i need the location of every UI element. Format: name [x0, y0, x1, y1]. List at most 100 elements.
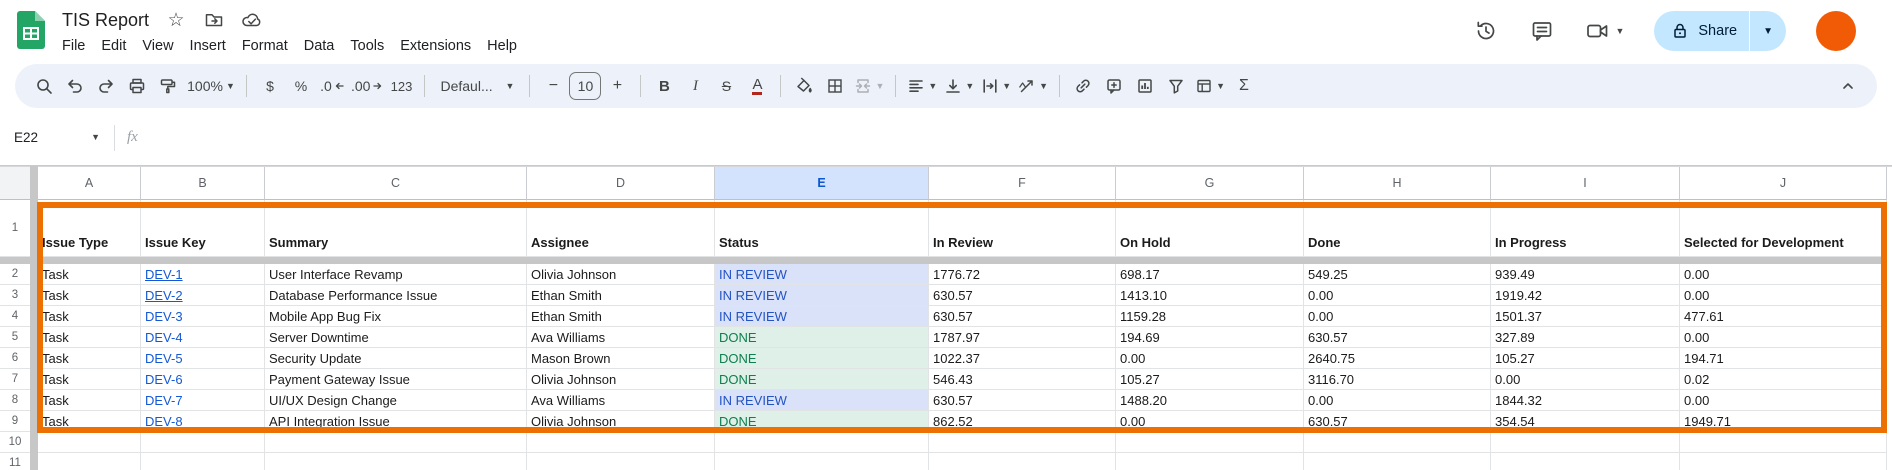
share-button[interactable]: Share ▼ [1654, 11, 1786, 51]
cell-B5[interactable]: DEV-4 [141, 327, 265, 348]
cell-A8[interactable]: Task [38, 390, 141, 411]
cell-J4[interactable]: 477.61 [1680, 306, 1887, 327]
italic-button[interactable]: I [680, 71, 710, 101]
row-header-5[interactable]: 5 [0, 327, 30, 348]
sheets-logo-icon[interactable] [17, 11, 45, 49]
column-header-B[interactable]: B [141, 167, 265, 200]
cell-J3[interactable]: 0.00 [1680, 285, 1887, 306]
status-cell-E9[interactable]: DONE [715, 411, 929, 432]
text-wrap-button[interactable]: ▼ [978, 71, 1014, 101]
cell-F10[interactable] [929, 432, 1116, 453]
star-icon[interactable]: ☆ [165, 9, 187, 31]
cell-D4[interactable]: Ethan Smith [527, 306, 715, 327]
name-box[interactable]: E22 ▼ [14, 130, 100, 145]
create-filter-button[interactable] [1161, 71, 1191, 101]
fill-color-button[interactable] [789, 71, 819, 101]
cell-H3[interactable]: 0.00 [1304, 285, 1491, 306]
column-header-I[interactable]: I [1491, 167, 1680, 200]
cell-I11[interactable] [1491, 453, 1680, 470]
cell-E11[interactable] [715, 453, 929, 470]
menu-item-tools[interactable]: Tools [342, 36, 392, 56]
cell-C7[interactable]: Payment Gateway Issue [265, 369, 527, 390]
row-header-6[interactable]: 6 [0, 348, 30, 369]
decrease-font-size-button[interactable]: − [538, 71, 568, 101]
bold-button[interactable]: B [649, 71, 679, 101]
row-header-2[interactable]: 2 [0, 264, 30, 285]
redo-button[interactable] [91, 71, 121, 101]
cell-H10[interactable] [1304, 432, 1491, 453]
menu-item-extensions[interactable]: Extensions [392, 36, 479, 56]
formula-input[interactable] [138, 110, 1892, 165]
cell-J8[interactable]: 0.00 [1680, 390, 1887, 411]
cell-B11[interactable] [141, 453, 265, 470]
chevron-down-icon[interactable]: ▼ [1615, 27, 1624, 36]
undo-button[interactable] [60, 71, 90, 101]
menu-item-view[interactable]: View [134, 36, 181, 56]
row-header-11[interactable]: 11 [0, 453, 30, 470]
column-header-F[interactable]: F [929, 167, 1116, 200]
document-title[interactable]: TIS Report [62, 10, 149, 31]
issue-key-link[interactable]: DEV-5 [145, 351, 183, 366]
cell-H11[interactable] [1304, 453, 1491, 470]
zoom-select[interactable]: 100%▼ [184, 71, 238, 101]
cell-B9[interactable]: DEV-8 [141, 411, 265, 432]
cell-A7[interactable]: Task [38, 369, 141, 390]
cell-G8[interactable]: 1488.20 [1116, 390, 1304, 411]
column-header-D[interactable]: D [527, 167, 715, 200]
cell-G9[interactable]: 0.00 [1116, 411, 1304, 432]
issue-key-link[interactable]: DEV-3 [145, 309, 183, 324]
cell-C1[interactable]: Summary [265, 200, 527, 257]
issue-key-link[interactable]: DEV-1 [145, 267, 183, 282]
cell-G7[interactable]: 105.27 [1116, 369, 1304, 390]
cell-I7[interactable]: 0.00 [1491, 369, 1680, 390]
cell-A9[interactable]: Task [38, 411, 141, 432]
cell-B1[interactable]: Issue Key [141, 200, 265, 257]
status-cell-E5[interactable]: DONE [715, 327, 929, 348]
cell-A6[interactable]: Task [38, 348, 141, 369]
cell-I9[interactable]: 354.54 [1491, 411, 1680, 432]
cell-I1[interactable]: In Progress [1491, 200, 1680, 257]
cell-H8[interactable]: 0.00 [1304, 390, 1491, 411]
cell-G2[interactable]: 698.17 [1116, 264, 1304, 285]
freeze-column-divider[interactable] [30, 166, 38, 470]
font-size-input[interactable]: 10 [569, 72, 601, 100]
version-history-icon[interactable] [1473, 18, 1499, 44]
table-views-button[interactable]: ▼ [1192, 71, 1228, 101]
increase-font-size-button[interactable]: + [602, 71, 632, 101]
column-header-E[interactable]: E [715, 167, 929, 200]
font-select[interactable]: Defaul...▼ [433, 71, 521, 101]
cell-F2[interactable]: 1776.72 [929, 264, 1116, 285]
cell-B3[interactable]: DEV-2 [141, 285, 265, 306]
insert-chart-button[interactable] [1130, 71, 1160, 101]
account-avatar[interactable] [1816, 11, 1856, 51]
cell-F1[interactable]: In Review [929, 200, 1116, 257]
cell-B10[interactable] [141, 432, 265, 453]
cell-C4[interactable]: Mobile App Bug Fix [265, 306, 527, 327]
cell-G10[interactable] [1116, 432, 1304, 453]
cell-I10[interactable] [1491, 432, 1680, 453]
column-header-A[interactable]: A [38, 167, 141, 200]
cell-A3[interactable]: Task [38, 285, 141, 306]
cell-F3[interactable]: 630.57 [929, 285, 1116, 306]
borders-button[interactable] [820, 71, 850, 101]
status-cell-E3[interactable]: IN REVIEW [715, 285, 929, 306]
cell-F11[interactable] [929, 453, 1116, 470]
cell-I2[interactable]: 939.49 [1491, 264, 1680, 285]
freeze-row-divider[interactable] [0, 257, 1887, 264]
issue-key-link[interactable]: DEV-4 [145, 330, 183, 345]
menu-item-help[interactable]: Help [479, 36, 525, 56]
cell-J7[interactable]: 0.02 [1680, 369, 1887, 390]
issue-key-link[interactable]: DEV-7 [145, 393, 183, 408]
column-header-G[interactable]: G [1116, 167, 1304, 200]
horizontal-align-button[interactable]: ▼ [904, 71, 940, 101]
strikethrough-button[interactable]: S [711, 71, 741, 101]
increase-decimal-button[interactable]: .00 [348, 71, 385, 101]
cell-J11[interactable] [1680, 453, 1887, 470]
cell-H7[interactable]: 3116.70 [1304, 369, 1491, 390]
cell-F4[interactable]: 630.57 [929, 306, 1116, 327]
issue-key-link[interactable]: DEV-2 [145, 288, 183, 303]
cell-I4[interactable]: 1501.37 [1491, 306, 1680, 327]
cell-H1[interactable]: Done [1304, 200, 1491, 257]
cell-H5[interactable]: 630.57 [1304, 327, 1491, 348]
cell-D11[interactable] [527, 453, 715, 470]
